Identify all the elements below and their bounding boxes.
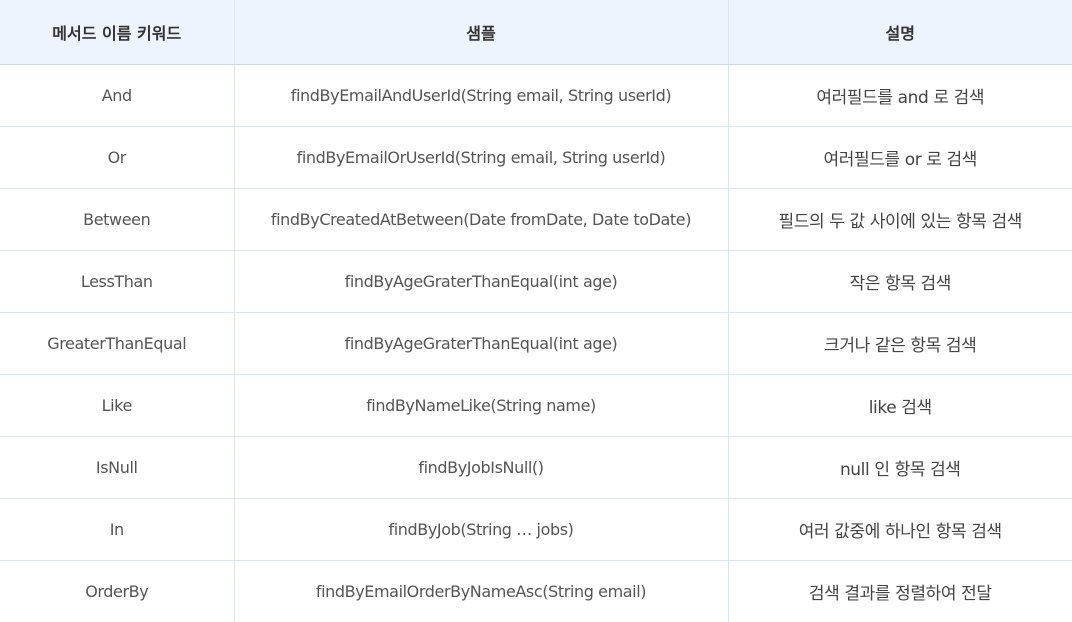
description-cell: 여러필드를 or 로 검색 (728, 127, 1072, 189)
description-cell: like 검색 (728, 375, 1072, 437)
description-cell: 필드의 두 값 사이에 있는 항목 검색 (728, 189, 1072, 251)
sample-cell: findByEmailAndUserId(String email, Strin… (234, 65, 728, 127)
description-cell: 여러 값중에 하나인 항목 검색 (728, 499, 1072, 561)
description-cell: null 인 항목 검색 (728, 437, 1072, 499)
table-header: 메서드 이름 키워드 샘플 설명 (0, 0, 1072, 65)
table-row: IsNull findByJobIsNull() null 인 항목 검색 (0, 437, 1072, 499)
keyword-cell: In (0, 499, 234, 561)
sample-cell: findByNameLike(String name) (234, 375, 728, 437)
description-cell: 여러필드를 and 로 검색 (728, 65, 1072, 127)
sample-cell: findByJobIsNull() (234, 437, 728, 499)
table-row: OrderBy findByEmailOrderByNameAsc(String… (0, 561, 1072, 622)
header-row: 메서드 이름 키워드 샘플 설명 (0, 0, 1072, 65)
header-sample: 샘플 (234, 0, 728, 65)
table-row: Between findByCreatedAtBetween(Date from… (0, 189, 1072, 251)
keyword-cell: Like (0, 375, 234, 437)
table-row: And findByEmailAndUserId(String email, S… (0, 65, 1072, 127)
keyword-cell: IsNull (0, 437, 234, 499)
description-cell: 작은 항목 검색 (728, 251, 1072, 313)
keyword-cell: OrderBy (0, 561, 234, 622)
table-row: In findByJob(String … jobs) 여러 값중에 하나인 항… (0, 499, 1072, 561)
table-row: LessThan findByAgeGraterThanEqual(int ag… (0, 251, 1072, 313)
table-body: And findByEmailAndUserId(String email, S… (0, 65, 1072, 622)
table-row: Like findByNameLike(String name) like 검색 (0, 375, 1072, 437)
keyword-cell: LessThan (0, 251, 234, 313)
header-keyword: 메서드 이름 키워드 (0, 0, 234, 65)
method-keyword-table: 메서드 이름 키워드 샘플 설명 And findByEmailAndUserI… (0, 0, 1072, 622)
keyword-cell: GreaterThanEqual (0, 313, 234, 375)
table-row: GreaterThanEqual findByAgeGraterThanEqua… (0, 313, 1072, 375)
table-row: Or findByEmailOrUserId(String email, Str… (0, 127, 1072, 189)
sample-cell: findByEmailOrderByNameAsc(String email) (234, 561, 728, 622)
sample-cell: findByCreatedAtBetween(Date fromDate, Da… (234, 189, 728, 251)
sample-cell: findByAgeGraterThanEqual(int age) (234, 251, 728, 313)
sample-cell: findByAgeGraterThanEqual(int age) (234, 313, 728, 375)
keyword-cell: And (0, 65, 234, 127)
header-description: 설명 (728, 0, 1072, 65)
keyword-cell: Between (0, 189, 234, 251)
description-cell: 크거나 같은 항목 검색 (728, 313, 1072, 375)
sample-cell: findByEmailOrUserId(String email, String… (234, 127, 728, 189)
description-cell: 검색 결과를 정렬하여 전달 (728, 561, 1072, 622)
keyword-cell: Or (0, 127, 234, 189)
sample-cell: findByJob(String … jobs) (234, 499, 728, 561)
